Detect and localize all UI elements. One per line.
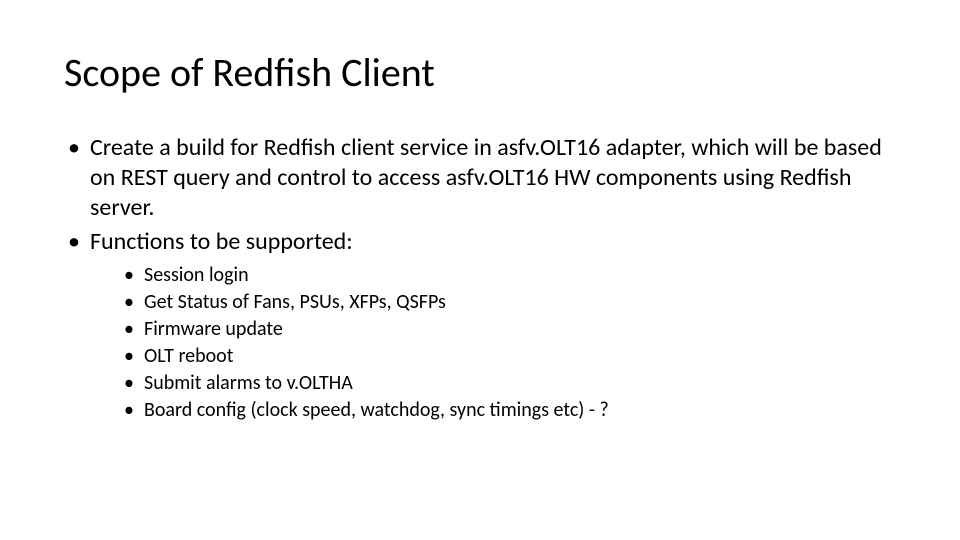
list-item: OLT reboot [122, 344, 896, 369]
bullet-list-level1: Create a build for Redfish client servic… [64, 133, 896, 423]
list-item: Get Status of Fans, PSUs, XFPs, QSFPs [122, 290, 896, 315]
list-item-text: Functions to be supported: [90, 227, 353, 256]
list-item-text: Session login [144, 263, 249, 287]
list-item-text: Firmware update [144, 317, 283, 341]
list-item: Board config (clock speed, watchdog, syn… [122, 398, 896, 423]
bullet-list-level2: Session login Get Status of Fans, PSUs, … [90, 263, 896, 423]
list-item-text: Create a build for Redfish client servic… [90, 133, 882, 222]
list-item: Firmware update [122, 317, 896, 342]
list-item-text: Submit alarms to v.OLTHA [144, 371, 353, 395]
list-item: Functions to be supported: Session login… [64, 227, 896, 423]
slide: Scope of Redfish Client Create a build f… [0, 0, 960, 540]
list-item: Create a build for Redfish client servic… [64, 133, 896, 223]
list-item-text: Get Status of Fans, PSUs, XFPs, QSFPs [144, 290, 446, 314]
list-item-text: OLT reboot [144, 344, 233, 368]
list-item: Submit alarms to v.OLTHA [122, 371, 896, 396]
list-item-text: Board config (clock speed, watchdog, syn… [144, 398, 609, 422]
slide-title: Scope of Redfish Client [64, 48, 896, 97]
list-item: Session login [122, 263, 896, 288]
